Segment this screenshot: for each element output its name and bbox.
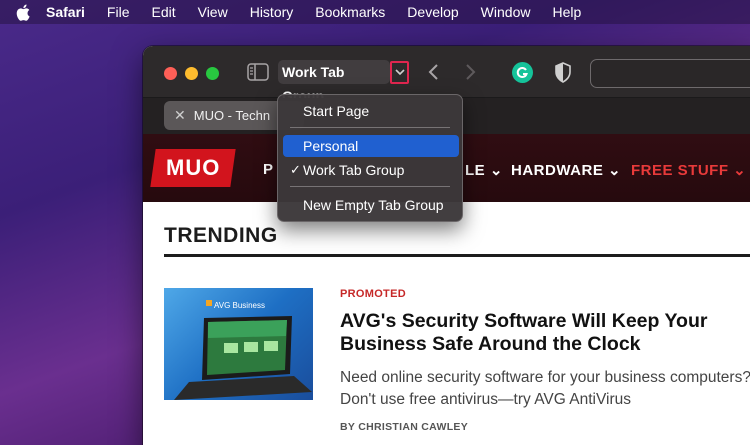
nav-item-hardware[interactable]: HARDWARE ⌄ <box>511 161 621 179</box>
sidebar-toggle-icon[interactable] <box>247 63 269 81</box>
nav-item-le[interactable]: LE ⌄ <box>465 161 503 179</box>
menu-item-label: New Empty Tab Group <box>303 197 444 213</box>
menu-edit[interactable]: Edit <box>151 4 175 20</box>
article-headline[interactable]: AVG's Security Software Will Keep Your B… <box>340 310 750 356</box>
logo-text: MUO <box>165 155 221 180</box>
nav-item-free-stuff[interactable]: FREE STUFF ⌄ <box>631 161 746 179</box>
chevron-down-icon <box>394 69 405 76</box>
menu-item-personal[interactable]: Personal <box>283 135 459 157</box>
back-button[interactable] <box>427 63 439 86</box>
menu-item-start-page[interactable]: Start Page <box>283 100 459 122</box>
menu-app-safari[interactable]: Safari <box>46 4 85 20</box>
menu-separator <box>290 127 450 128</box>
menu-file[interactable]: File <box>107 4 130 20</box>
tab-title: MUO - Techn <box>193 108 271 123</box>
minimize-window-button[interactable] <box>185 67 198 80</box>
menu-bookmarks[interactable]: Bookmarks <box>315 4 385 20</box>
article-tag: PROMOTED <box>340 288 406 300</box>
close-window-button[interactable] <box>164 67 177 80</box>
apple-menu-icon[interactable] <box>0 4 46 21</box>
menu-item-label: Work Tab Group <box>303 162 405 178</box>
menu-item-new-empty-tab-group[interactable]: New Empty Tab Group <box>283 194 459 216</box>
muo-logo[interactable]: MUO <box>150 149 236 187</box>
section-divider <box>164 254 750 257</box>
menu-separator <box>290 186 450 187</box>
chevron-left-icon <box>428 64 438 80</box>
forward-button[interactable] <box>465 63 477 86</box>
chevron-right-icon <box>466 64 476 80</box>
tab-group-chevron-button[interactable] <box>390 61 409 84</box>
menu-item-work-tab-group[interactable]: ✓ Work Tab Group <box>283 159 459 181</box>
close-tab-icon[interactable]: ✕ <box>174 107 186 124</box>
menu-history[interactable]: History <box>250 4 294 20</box>
tab-group-title-button[interactable]: Work Tab Group <box>278 60 390 104</box>
article-byline[interactable]: BY CHRISTIAN CAWLEY <box>340 421 468 433</box>
menu-item-label: Start Page <box>303 103 370 119</box>
article-thumbnail[interactable]: AVG Business <box>164 288 313 400</box>
section-title: TRENDING <box>164 224 278 247</box>
checkmark-icon: ✓ <box>290 162 301 177</box>
menu-item-label: Personal <box>303 138 359 154</box>
privacy-shield-icon[interactable] <box>554 62 572 88</box>
menu-help[interactable]: Help <box>552 4 581 20</box>
zoom-window-button[interactable] <box>206 67 219 80</box>
menu-develop[interactable]: Develop <box>407 4 458 20</box>
menu-view[interactable]: View <box>198 4 228 20</box>
grammarly-extension-icon[interactable] <box>512 62 533 83</box>
menu-bar: Safari File Edit View History Bookmarks … <box>0 0 750 24</box>
page-content: TRENDING AVG Business PROMOTED AVG's Sec… <box>143 202 750 445</box>
toolbar: Work Tab Group <box>143 46 750 104</box>
thumbnail-caption: AVG Business <box>214 301 265 310</box>
article-excerpt: Need online security software for your b… <box>340 369 750 408</box>
tab-group-menu: Start Page Personal ✓ Work Tab Group New… <box>277 94 463 222</box>
menu-window[interactable]: Window <box>481 4 531 20</box>
address-bar[interactable] <box>590 59 750 88</box>
nav-item-p[interactable]: P <box>263 161 274 178</box>
